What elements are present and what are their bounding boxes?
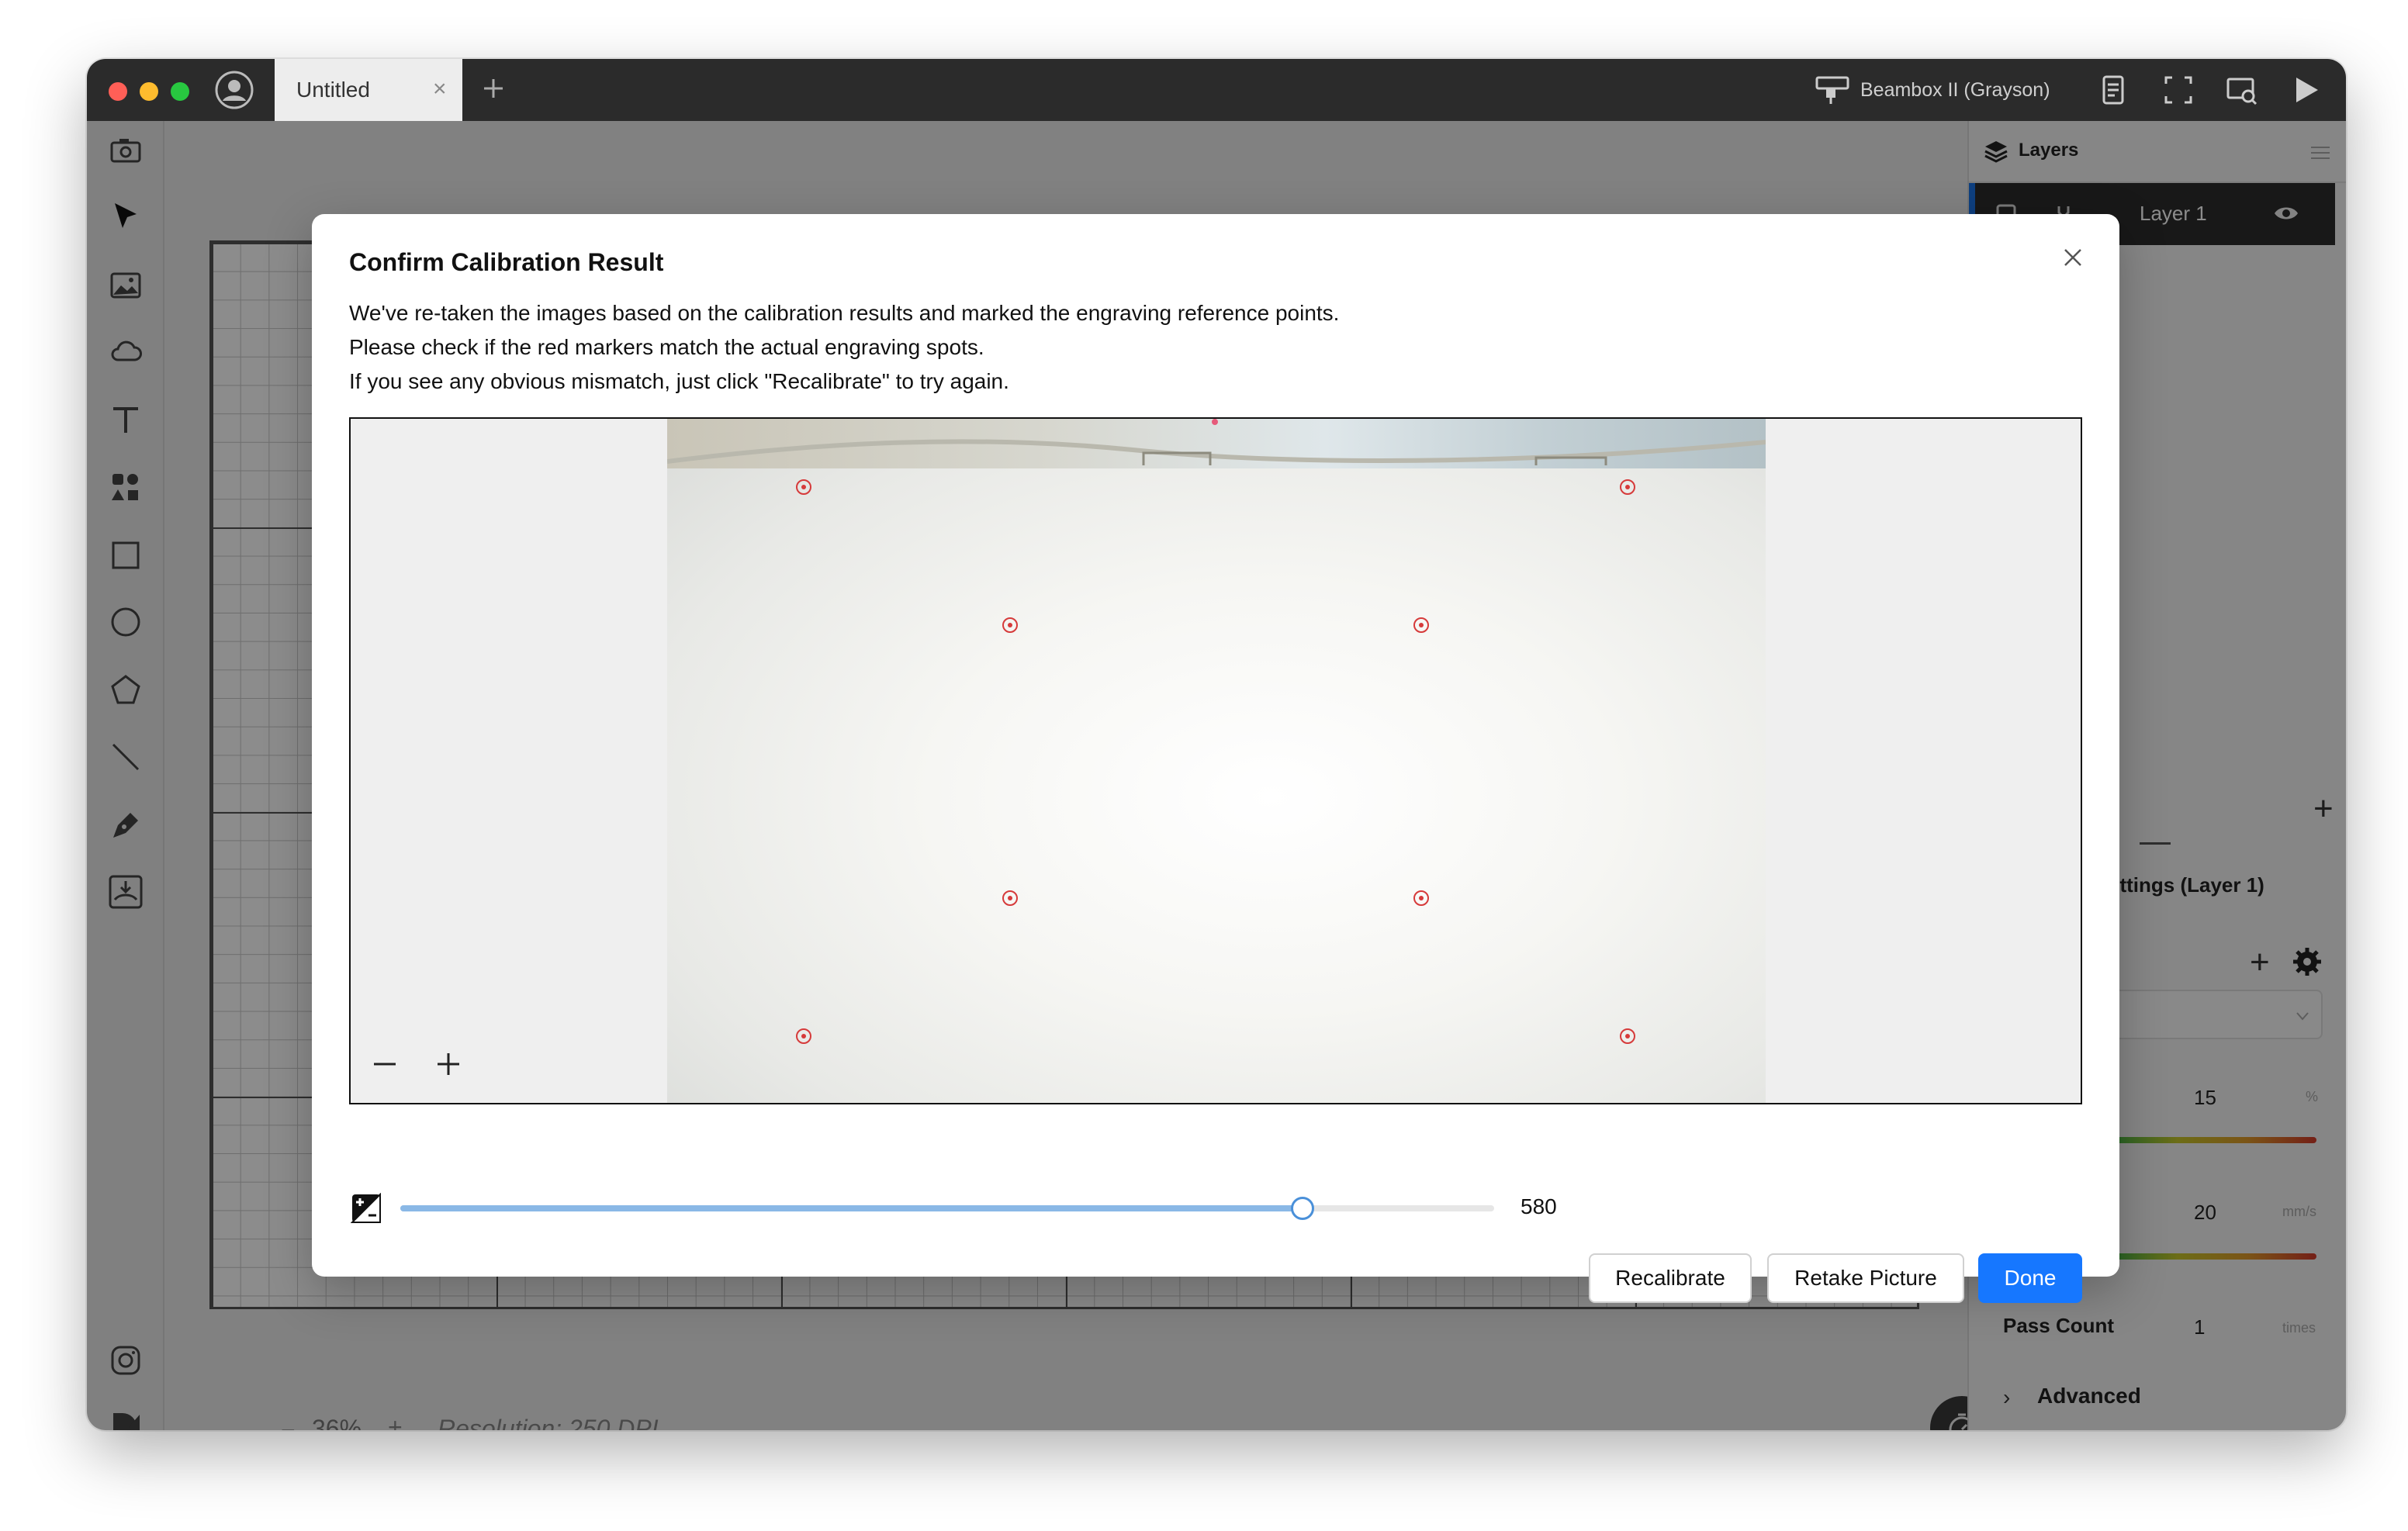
- device-name[interactable]: Beambox II (Grayson): [1860, 79, 2050, 102]
- frame-icon[interactable]: [2161, 73, 2195, 107]
- tab-close-button[interactable]: ×: [433, 76, 447, 102]
- maximize-window-button[interactable]: [171, 82, 189, 101]
- document-settings-icon[interactable]: [2096, 73, 2130, 107]
- reference-marker: [1002, 890, 1018, 906]
- dialog-description-line: If you see any obvious mismatch, just cl…: [349, 369, 1009, 393]
- done-button[interactable]: Done: [1978, 1253, 2082, 1303]
- minus-icon: [374, 1063, 396, 1066]
- photo-top-features: [667, 419, 1766, 465]
- exposure-slider-fill: [400, 1205, 1303, 1211]
- account-icon[interactable]: [214, 70, 254, 110]
- reference-marker: [1413, 890, 1429, 906]
- dialog-description-line: We've re-taken the images based on the c…: [349, 301, 1340, 325]
- app-window: Untitled × Beambox II (Grayson) − 36% + …: [87, 59, 2346, 1430]
- preview-zoom-in-button[interactable]: [431, 1047, 465, 1081]
- dialog-title: Confirm Calibration Result: [349, 248, 664, 276]
- dialog-description-line: Please check if the red markers match th…: [349, 335, 984, 359]
- camera-photo: [667, 419, 1766, 1103]
- exposure-icon: [351, 1193, 381, 1223]
- reference-marker: [1413, 617, 1429, 633]
- close-icon[interactable]: [2057, 242, 2088, 273]
- laser-device-icon[interactable]: [1815, 74, 1849, 105]
- new-tab-button[interactable]: [472, 67, 515, 110]
- retake-picture-button[interactable]: Retake Picture: [1767, 1253, 1964, 1303]
- exposure-value: 580: [1521, 1194, 1557, 1218]
- camera-preview-icon[interactable]: [2225, 73, 2259, 107]
- plus-icon: [438, 1053, 459, 1075]
- preview-zoom-out-button[interactable]: [368, 1047, 402, 1081]
- title-bar: Untitled × Beambox II (Grayson): [87, 59, 2346, 121]
- exposure-slider[interactable]: [400, 1197, 1494, 1220]
- reference-marker: [1620, 479, 1635, 495]
- recalibrate-button[interactable]: Recalibrate: [1589, 1253, 1752, 1303]
- reference-marker: [796, 479, 811, 495]
- document-tab[interactable]: Untitled ×: [275, 59, 462, 121]
- reference-marker: [1620, 1028, 1635, 1044]
- calibration-dialog: Confirm Calibration Result We've re-take…: [312, 214, 2119, 1303]
- reference-marker: [796, 1028, 811, 1044]
- tab-title: Untitled: [296, 78, 370, 102]
- reference-marker: [1002, 617, 1018, 633]
- minimize-window-button[interactable]: [140, 82, 158, 101]
- calibration-preview[interactable]: [349, 417, 2082, 1104]
- close-window-button[interactable]: [109, 82, 127, 101]
- exposure-slider-thumb[interactable]: [1291, 1197, 1315, 1220]
- play-icon[interactable]: [2289, 73, 2323, 107]
